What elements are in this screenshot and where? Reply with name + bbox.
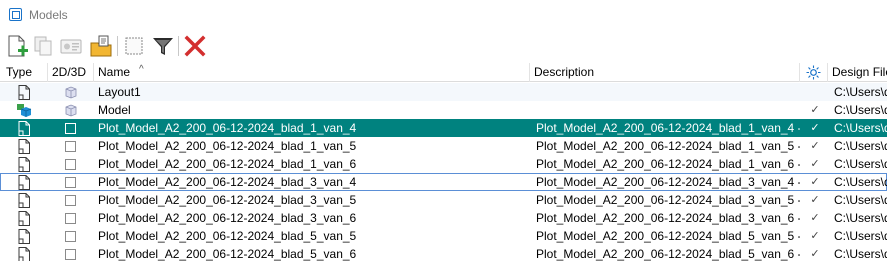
toolbar-separator [178, 36, 179, 56]
toolbar-separator [117, 36, 118, 56]
table-row[interactable]: Plot_Model_A2_200_06-12-2024_blad_3_van_… [0, 173, 887, 191]
column-header-active[interactable] [800, 63, 828, 82]
toolbar [0, 30, 887, 63]
model-name: Plot_Model_A2_200_06-12-2024_blad_5_van_… [98, 229, 357, 243]
check-icon: ✓ [810, 176, 820, 188]
check-icon: ✓ [810, 104, 820, 116]
table-row[interactable]: Plot_Model_A2_200_06-12-2024_blad_1_van_… [0, 155, 887, 173]
2d-square-icon [64, 212, 78, 225]
2d-square-icon [64, 176, 78, 189]
sheet-document-icon [16, 211, 32, 226]
table-row[interactable]: Model ✓ C:\Users\d [0, 101, 887, 119]
table-header: Type 2D/3D Name ^ Description Design Fil… [0, 63, 887, 82]
model-description: Plot_Model_A2_200_06-12-2024_blad_1_van_… [536, 157, 800, 171]
red-x-icon[interactable] [182, 33, 208, 59]
model-name: Plot_Model_A2_200_06-12-2024_blad_1_van_… [98, 121, 357, 135]
table-row[interactable]: Plot_Model_A2_200_06-12-2024_blad_3_van_… [0, 209, 887, 227]
funnel-icon[interactable] [150, 33, 176, 59]
model-description: Plot_Model_A2_200_06-12-2024_blad_3_van_… [536, 175, 800, 189]
model-description: Plot_Model_A2_200_06-12-2024_blad_1_van_… [536, 121, 800, 135]
design-file-path: C:\Users\d [834, 103, 887, 117]
dotted-rectangle-icon[interactable] [121, 33, 147, 59]
model-description [536, 83, 800, 101]
sheet-document-icon [16, 85, 32, 100]
design-file-path: C:\Users\d [834, 85, 887, 99]
sheet-document-icon [16, 193, 32, 208]
3d-cube-icon [64, 104, 78, 117]
folder-import-icon[interactable] [88, 33, 114, 59]
design-file-path: C:\Users\d [834, 121, 887, 135]
design-file-path: C:\Users\d [834, 175, 887, 189]
new-document-icon[interactable] [4, 33, 30, 59]
check-icon: ✓ [810, 158, 820, 170]
design-model-icon [16, 103, 32, 118]
column-header-design-file[interactable]: Design File [828, 63, 887, 82]
model-description: Plot_Model_A2_200_06-12-2024_blad_5_van_… [536, 247, 800, 261]
design-file-path: C:\Users\d [834, 247, 887, 261]
sun-icon [806, 65, 821, 80]
design-file-path: C:\Users\d [834, 157, 887, 171]
table-row[interactable]: Plot_Model_A2_200_06-12-2024_blad_1_van_… [0, 119, 887, 137]
column-header-description[interactable]: Description [530, 63, 800, 82]
model-name: Plot_Model_A2_200_06-12-2024_blad_5_van_… [98, 247, 357, 261]
sort-ascending-icon: ^ [139, 64, 144, 75]
column-header-type[interactable]: Type [0, 63, 48, 82]
table-row[interactable]: Plot_Model_A2_200_06-12-2024_blad_1_van_… [0, 137, 887, 155]
column-header-name[interactable]: Name [94, 63, 530, 82]
model-name: Plot_Model_A2_200_06-12-2024_blad_1_van_… [98, 139, 357, 153]
design-file-path: C:\Users\d [834, 229, 887, 243]
model-description: Plot_Model_A2_200_06-12-2024_blad_5_van_… [536, 229, 800, 243]
model-description [536, 101, 800, 119]
check-icon: ✓ [810, 122, 820, 134]
model-name: Plot_Model_A2_200_06-12-2024_blad_1_van_… [98, 157, 357, 171]
check-icon: ✓ [810, 230, 820, 242]
design-file-path: C:\Users\d [834, 139, 887, 153]
column-header-name-label: Name [98, 65, 131, 79]
model-name: Plot_Model_A2_200_06-12-2024_blad_3_van_… [98, 211, 357, 225]
check-icon [807, 83, 823, 101]
2d-square-icon [64, 140, 78, 153]
sheet-document-icon [16, 175, 32, 190]
3d-cube-icon [64, 86, 78, 99]
2d-square-icon [64, 230, 78, 243]
model-description: Plot_Model_A2_200_06-12-2024_blad_3_van_… [536, 211, 800, 225]
model-name: Model [98, 103, 131, 117]
window-title: Models [29, 8, 68, 22]
sheet-document-icon [16, 121, 32, 136]
2d-square-icon [64, 248, 78, 261]
model-name: Plot_Model_A2_200_06-12-2024_blad_3_van_… [98, 193, 357, 207]
column-header-2d3d[interactable]: 2D/3D [48, 63, 94, 82]
table-row[interactable]: Plot_Model_A2_200_06-12-2024_blad_3_van_… [0, 191, 887, 209]
check-icon: ✓ [810, 212, 820, 224]
table-row[interactable]: Layout1 C:\Users\d [0, 83, 887, 101]
title-bar: Models [0, 0, 887, 30]
table-row[interactable]: Plot_Model_A2_200_06-12-2024_blad_5_van_… [0, 227, 887, 245]
2d-square-icon [64, 158, 78, 171]
check-icon: ✓ [810, 248, 820, 260]
models-window-icon [9, 8, 22, 21]
sheet-document-icon [16, 229, 32, 244]
model-name: Layout1 [98, 85, 141, 99]
sheet-document-icon [16, 139, 32, 154]
table-row[interactable]: Plot_Model_A2_200_06-12-2024_blad_5_van_… [0, 245, 887, 261]
model-description: Plot_Model_A2_200_06-12-2024_blad_3_van_… [536, 193, 800, 207]
properties-card-icon[interactable] [58, 33, 84, 59]
copy-icon[interactable] [31, 33, 57, 59]
2d-square-icon [64, 194, 78, 207]
design-file-path: C:\Users\d [834, 193, 887, 207]
check-icon: ✓ [810, 140, 820, 152]
2d-square-icon [64, 122, 78, 135]
design-file-path: C:\Users\d [834, 211, 887, 225]
sheet-document-icon [16, 247, 32, 261]
model-name: Plot_Model_A2_200_06-12-2024_blad_3_van_… [98, 175, 357, 189]
check-icon: ✓ [810, 194, 820, 206]
sheet-document-icon [16, 157, 32, 172]
model-description: Plot_Model_A2_200_06-12-2024_blad_1_van_… [536, 139, 800, 153]
